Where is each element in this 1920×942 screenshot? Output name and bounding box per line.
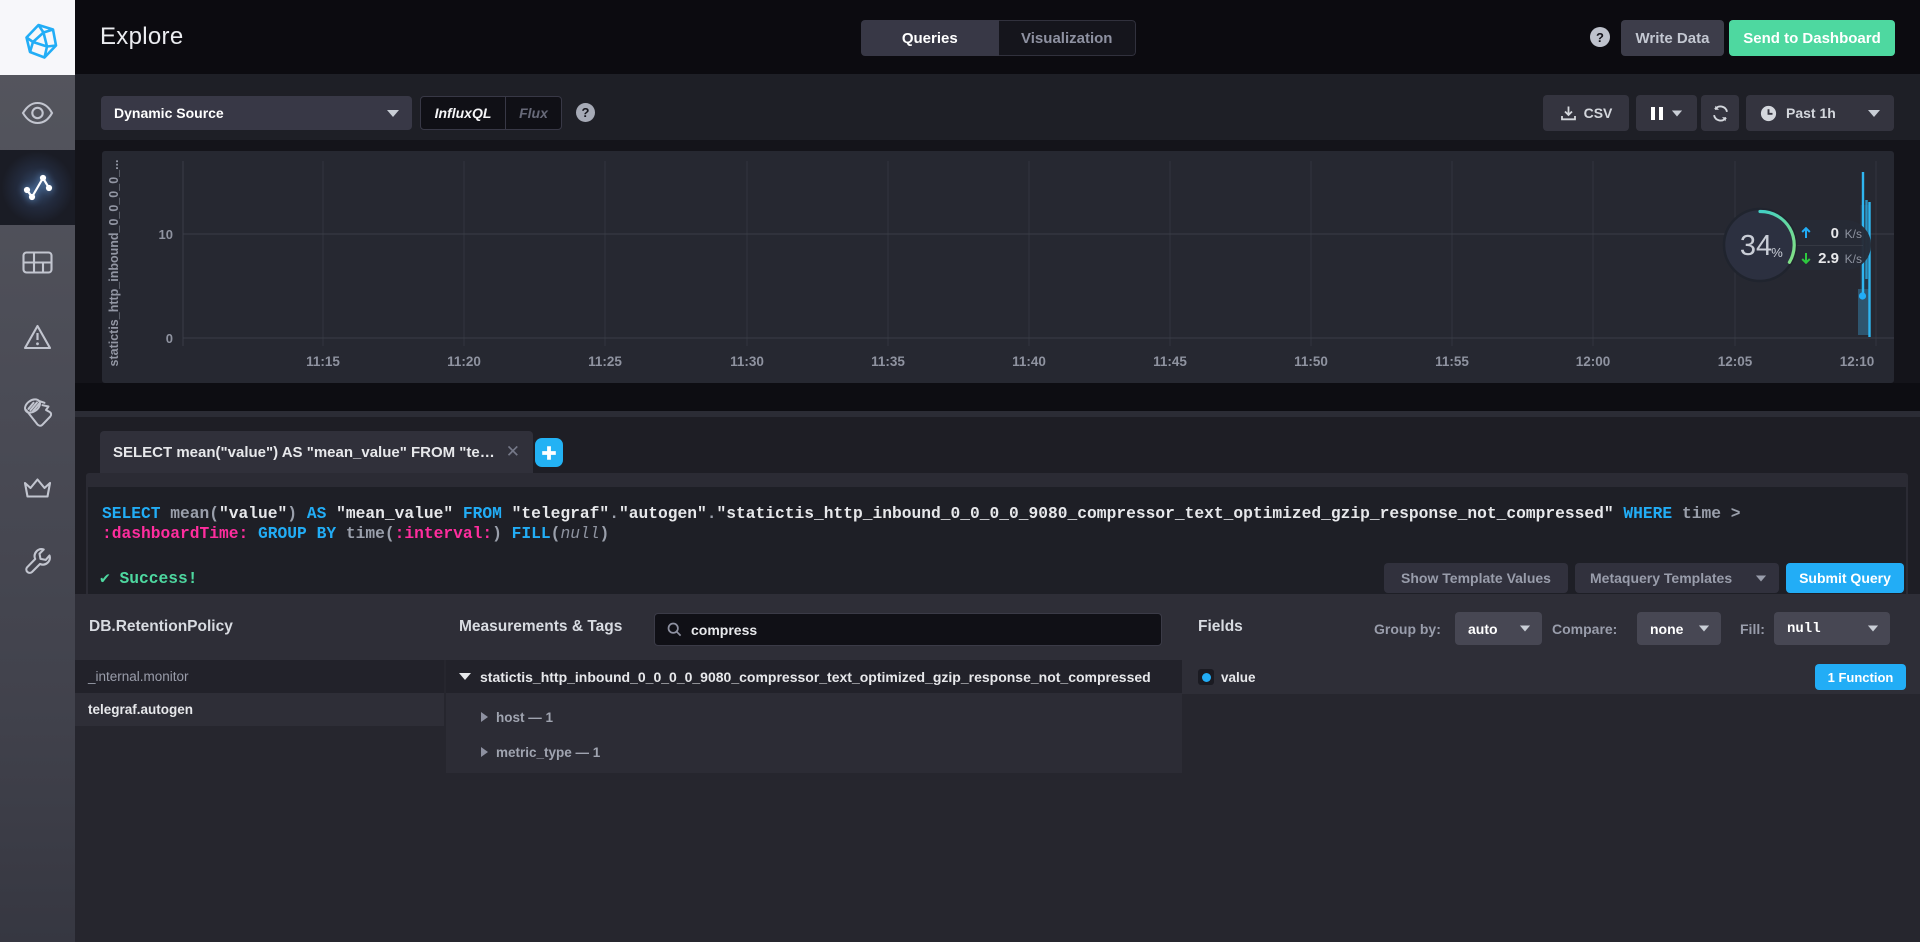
svg-text:11:35: 11:35 (871, 354, 905, 369)
svg-text:11:40: 11:40 (1012, 354, 1046, 369)
svg-text:10: 10 (159, 227, 173, 242)
svg-text:34: 34 (1740, 230, 1772, 262)
svg-text:11:55: 11:55 (1435, 354, 1469, 369)
svg-text:12:00: 12:00 (1576, 354, 1611, 369)
svg-text:12:10: 12:10 (1840, 354, 1875, 369)
svg-text:11:25: 11:25 (588, 354, 622, 369)
svg-text:11:20: 11:20 (447, 354, 481, 369)
svg-text:11:45: 11:45 (1153, 354, 1187, 369)
svg-text:11:50: 11:50 (1294, 354, 1328, 369)
svg-text:11:15: 11:15 (306, 354, 340, 369)
svg-text:12:05: 12:05 (1718, 354, 1753, 369)
svg-text:%: % (1771, 245, 1783, 260)
svg-text:statictis_http_inbound_0_0_0_0: statictis_http_inbound_0_0_0_0_... (107, 159, 121, 366)
svg-text:11:30: 11:30 (730, 354, 764, 369)
svg-text:0: 0 (166, 331, 173, 346)
